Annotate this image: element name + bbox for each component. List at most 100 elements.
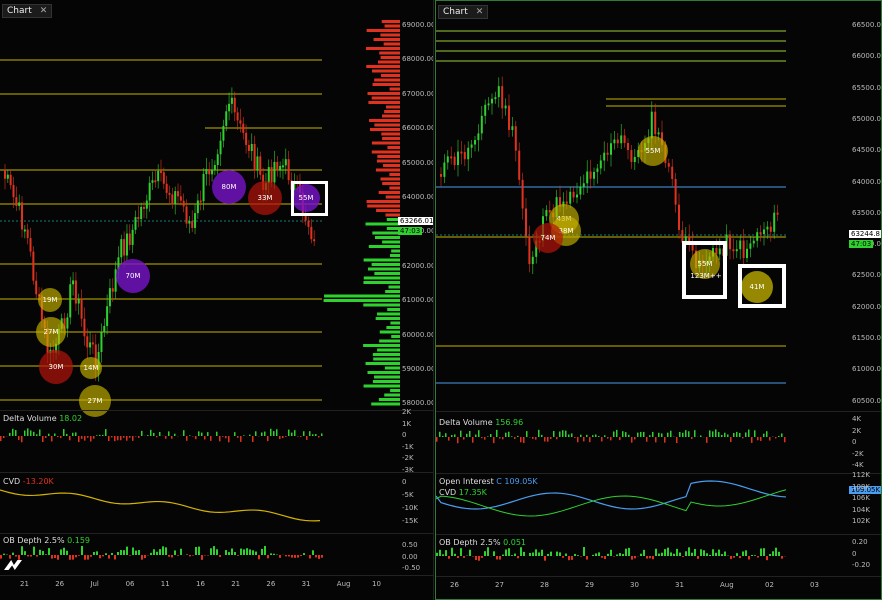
candle-body (460, 151, 463, 154)
bubble[interactable]: 55M (638, 136, 668, 166)
candle-body (579, 186, 582, 195)
bubble[interactable]: 14M (80, 357, 102, 379)
left-countdown-tag: 47:03 (398, 227, 423, 235)
candle-body (729, 234, 731, 250)
right-chart-panel[interactable]: Chart✕ 66500.0066000.0065500.0065000.006… (435, 0, 882, 600)
delta-bar (475, 434, 477, 437)
candle-body (239, 120, 242, 124)
ob-depth-bar (219, 555, 221, 557)
axis-tick-label: 61500.00 (852, 334, 881, 342)
candle-body (100, 332, 103, 353)
candle-body (650, 111, 653, 139)
ob-depth-bar (739, 556, 741, 559)
left-chart-panel[interactable]: Chart ✕ 69000.00 68000.00 67000.00 66000.00 6… (0, 0, 434, 600)
volume-profile-bar (374, 123, 400, 127)
ob-depth-bar (120, 550, 122, 555)
ob-depth-bar (51, 555, 53, 559)
axis-tick-label: 68000.00 (402, 55, 434, 64)
ob-depth-bar (493, 551, 495, 556)
bubble[interactable]: 80M (212, 170, 246, 204)
ob-depth-bar (162, 546, 164, 555)
delta-bar (129, 436, 131, 438)
delta-bar (622, 431, 624, 437)
ob-depth-bar (448, 556, 450, 559)
delta-bar (42, 436, 44, 443)
date-tick-label: 11 (160, 580, 170, 588)
delta-bar (709, 430, 711, 437)
axis-tick-label: 62000.00 (402, 261, 434, 270)
ob-depth-bar (508, 548, 510, 556)
candle-body (106, 306, 109, 326)
volume-profile-bar (324, 294, 400, 298)
bubble[interactable]: 74M (533, 223, 563, 253)
bubble[interactable]: 27M (79, 385, 111, 417)
candle-body (514, 126, 517, 151)
ob-depth-bar (661, 552, 663, 556)
ob-depth-bar (658, 553, 660, 556)
ob-depth-bar (189, 555, 191, 557)
axis-tick-label: 112K (852, 471, 870, 479)
delta-bar (538, 429, 540, 437)
ob-depth-bar (243, 549, 245, 555)
candle-body (674, 178, 677, 205)
candle-body (247, 144, 250, 151)
volume-profile-bar (384, 110, 400, 113)
candle-body (151, 180, 154, 183)
bubble[interactable]: 33M (248, 181, 282, 215)
ob-depth-bar (315, 555, 317, 558)
ob-depth-bar (153, 549, 155, 555)
ob-depth-bar (667, 547, 669, 556)
delta-bar (460, 430, 462, 437)
bubble[interactable]: 27M (36, 317, 66, 347)
left-price-chart[interactable] (0, 0, 433, 600)
delta-bar (664, 437, 666, 443)
delta-bar (658, 432, 660, 437)
ob-depth-bar (102, 555, 104, 557)
axis-tick-label: 0 (402, 431, 407, 439)
axis-tick-label: -2K (402, 454, 414, 462)
right-price-chart[interactable] (436, 1, 882, 600)
delta-bar (27, 428, 29, 436)
ob-depth-bar (781, 556, 783, 559)
axis-tick-label: 66500.00 (852, 21, 881, 29)
ob-depth-bar (436, 552, 438, 556)
candle-body (572, 191, 575, 198)
delta-bar (108, 436, 110, 442)
axis-tick-label: 66000.00 (402, 124, 434, 133)
bubble[interactable]: 70M (116, 259, 150, 293)
delta-bar (472, 437, 474, 443)
ob-depth-label: OB Depth 2.5% 0.051 (439, 538, 527, 547)
pane-divider (0, 575, 433, 576)
ob-depth-bar (679, 552, 681, 556)
delta-bar (99, 434, 101, 436)
axis-tick-label: 106K (852, 494, 870, 502)
axis-tick-label: 61000.00 (852, 365, 881, 374)
delta-bar (297, 436, 299, 437)
candle-body (219, 140, 222, 155)
date-tick-label: 26 (450, 581, 459, 589)
ob-depth-bar (291, 555, 293, 558)
bubble[interactable]: 19M (38, 288, 62, 312)
candle-body (623, 135, 626, 144)
ob-depth-bar (625, 548, 627, 556)
left-last-price-tag: 63266.01 (398, 217, 434, 225)
delta-bar (484, 437, 486, 440)
delta-bar (84, 436, 86, 441)
delta-bar (150, 429, 152, 436)
volume-profile-bar (384, 24, 400, 28)
axis-tick-label: 0 (402, 478, 407, 486)
ob-depth-bar (27, 555, 29, 557)
ob-depth-bar (580, 556, 582, 557)
candle-body (582, 183, 585, 187)
date-tick-label: 27 (495, 581, 504, 589)
pane-divider (436, 576, 881, 577)
volume-profile-bar (391, 249, 400, 253)
delta-bar (210, 436, 212, 441)
candle-body (453, 156, 456, 166)
ob-depth-bar (523, 551, 525, 556)
bubble[interactable]: 30M (39, 350, 73, 384)
axis-tick-label: -0.50 (402, 564, 421, 572)
delta-bar (628, 434, 630, 437)
volume-profile-bar (376, 159, 400, 163)
candle-body (313, 239, 316, 242)
